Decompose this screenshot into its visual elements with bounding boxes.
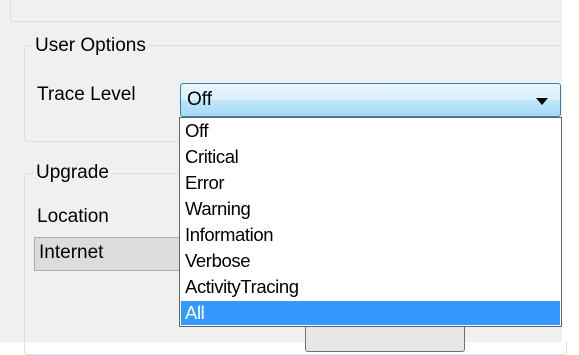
location-value: Internet [39,242,104,263]
chevron-down-icon[interactable] [536,98,548,105]
trace-level-select[interactable]: Off [180,83,561,117]
option-off[interactable]: Off [181,119,560,143]
option-error[interactable]: Error [181,171,560,195]
option-verbose[interactable]: Verbose [181,249,560,273]
top-group-frame [10,0,567,22]
trace-level-dropdown-list[interactable]: Off Critical Error Warning Information V… [179,117,562,327]
location-label: Location [37,206,109,227]
option-warning[interactable]: Warning [181,197,560,221]
trace-level-label: Trace Level [37,84,136,105]
option-information[interactable]: Information [181,223,560,247]
trace-level-value: Off [187,89,212,110]
option-all[interactable]: All [181,301,560,325]
upgrade-title: Upgrade [33,162,112,184]
location-select[interactable]: Internet [34,237,194,271]
window-edge [562,0,579,342]
user-options-title: User Options [32,35,149,57]
option-activitytracing[interactable]: ActivityTracing [181,275,560,299]
option-critical[interactable]: Critical [181,145,560,169]
